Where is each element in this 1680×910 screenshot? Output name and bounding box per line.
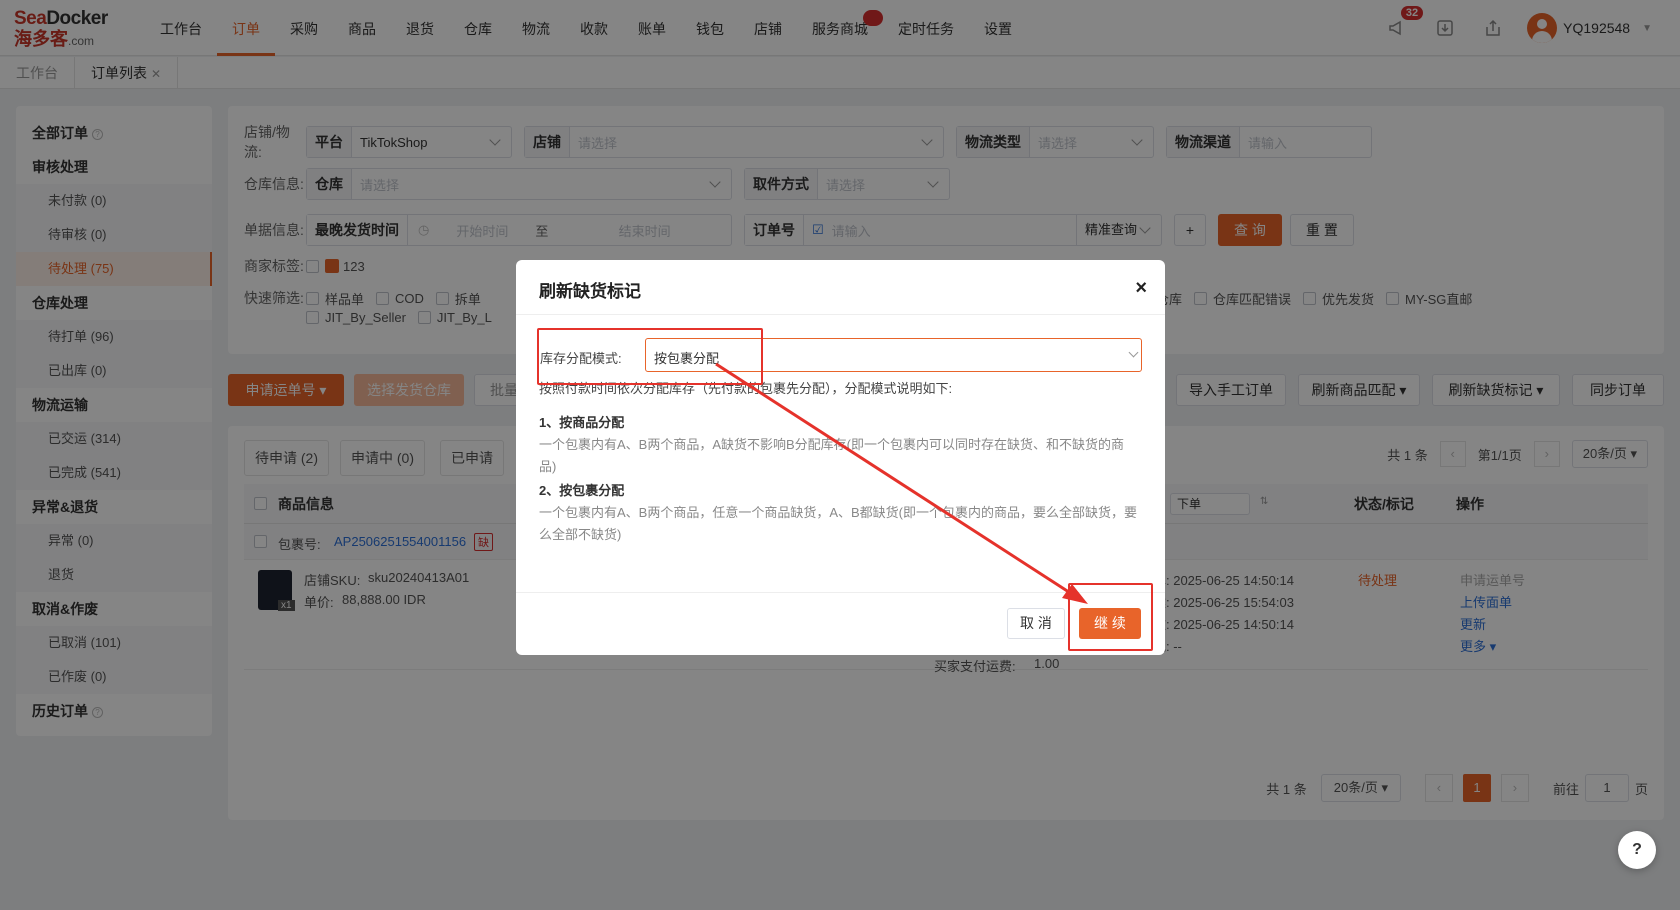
annotation-box-mode <box>537 328 763 385</box>
dialog-title: 刷新缺货标记 <box>539 282 641 301</box>
divider <box>516 314 1165 315</box>
option-1-title: 1、按商品分配 <box>539 415 625 430</box>
option-2-description: 一个包裹内有A、B两个商品，任意一个商品缺货，A、B都缺货(即一个包裹内的商品，… <box>539 505 1138 542</box>
chevron-down-icon <box>1128 347 1139 358</box>
annotation-box-continue <box>1068 583 1153 651</box>
help-button[interactable]: ? <box>1618 831 1656 869</box>
option-1-description: 一个包裹内有A、B两个商品，A缺货不影响B分配库存(即一个包裹内可以同时存在缺货… <box>539 437 1125 474</box>
close-icon[interactable]: × <box>1135 277 1147 300</box>
option-2-title: 2、按包裹分配 <box>539 483 625 498</box>
cancel-button[interactable]: 取 消 <box>1007 608 1065 639</box>
